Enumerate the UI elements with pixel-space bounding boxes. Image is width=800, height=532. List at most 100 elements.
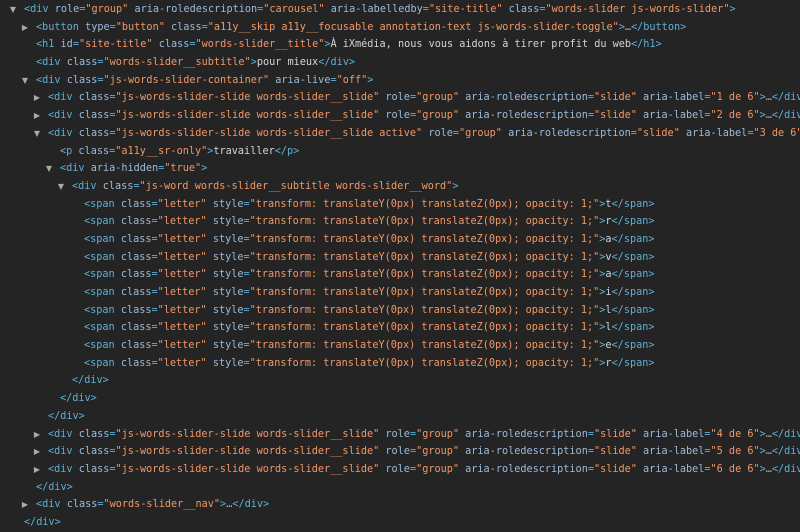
attribute-value: "js-word words-slider__subtitle words-sl… — [139, 180, 453, 192]
dom-node-row[interactable]: </div> — [0, 479, 800, 497]
dom-node-row[interactable]: <div class="words-slider__subtitle">pour… — [0, 54, 800, 72]
attribute-name: style — [212, 340, 244, 352]
tag-token: <span — [84, 233, 115, 245]
dom-node-row[interactable]: <span class="letter" style="transform: t… — [0, 249, 800, 267]
dom-node-row[interactable]: ▼ <div class="js-words-slider-container" … — [0, 72, 800, 90]
dom-node-row[interactable]: <span class="letter" style="transform: t… — [0, 302, 800, 320]
dom-node-row[interactable]: ▶ <div class="js-words-slider-slide words… — [0, 461, 800, 479]
attribute-name: aria-labelledby — [330, 4, 423, 15]
attribute-name: style — [212, 304, 244, 316]
dom-node-row[interactable]: ▶ <div class="js-words-slider-slide words… — [0, 426, 800, 444]
dom-node-row[interactable]: ▼ <div role="group" aria-roledescription=… — [0, 1, 800, 19]
attribute-value: "letter" — [157, 287, 207, 298]
node-markup: <h1 id="site-title" class="words-slider_… — [36, 36, 662, 54]
tag-token: </div> — [36, 481, 73, 493]
dom-node-row[interactable]: ▶ <div class="js-words-slider-slide words… — [0, 89, 800, 107]
collapsed-triangle-icon[interactable]: ▶ — [32, 461, 42, 479]
attribute-name: class — [120, 287, 152, 298]
attribute-name: role — [385, 110, 410, 122]
dom-node-row[interactable]: </div> — [0, 390, 800, 408]
attribute-value: "letter" — [157, 216, 207, 228]
dom-node-row[interactable]: <span class="letter" style="transform: t… — [0, 355, 800, 373]
attribute-value: "5 de 6" — [710, 446, 760, 458]
attribute-name: style — [212, 251, 244, 263]
node-markup: <span class="letter" style="transform: t… — [84, 196, 654, 214]
attribute-value: "site-title" — [428, 4, 503, 15]
dom-node-row[interactable]: ▼ <div class="js-words-slider-slide words… — [0, 125, 800, 143]
dom-node-row[interactable]: </div> — [0, 372, 800, 390]
attribute-name: aria-roledescription — [508, 127, 631, 139]
dom-node-row[interactable]: ▶ <button type="button" class="a11y__skip… — [0, 19, 800, 37]
expanded-triangle-icon[interactable]: ▼ — [20, 72, 30, 90]
elements-dom-tree: ▼ <div role="group" aria-roledescription=… — [0, 0, 800, 532]
dom-node-row[interactable]: <span class="letter" style="transform: t… — [0, 213, 800, 231]
attribute-value: "transform: translateY(0px) translateZ(0… — [249, 304, 600, 316]
collapsed-triangle-icon[interactable]: ▶ — [20, 19, 30, 37]
dom-node-row[interactable]: ▼ <div class="js-word words-slider__subti… — [0, 178, 800, 196]
dom-node-row[interactable]: <span class="letter" style="transform: t… — [0, 319, 800, 337]
dom-node-row[interactable]: <p class="a11y__sr-only">travailler</p> — [0, 143, 800, 161]
collapsed-triangle-icon[interactable]: ▶ — [32, 89, 42, 107]
dom-node-row[interactable]: <span class="letter" style="transform: t… — [0, 284, 800, 302]
tag-token: > — [729, 4, 736, 15]
attribute-name: style — [212, 357, 244, 369]
attribute-value: "slide" — [593, 92, 637, 104]
attribute-value: "js-words-slider-slide words-slider__sli… — [115, 127, 423, 139]
attribute-name: role — [385, 92, 410, 104]
attribute-value: "words-slider__nav" — [103, 499, 221, 511]
attribute-value: "group" — [416, 110, 460, 122]
expanded-triangle-icon[interactable]: ▼ — [56, 178, 66, 196]
expanded-triangle-icon[interactable]: ▼ — [8, 1, 18, 19]
attribute-value: "words-slider js-words-slider" — [545, 4, 730, 15]
attribute-value: "transform: translateY(0px) translateZ(0… — [249, 357, 600, 369]
attribute-value: "transform: translateY(0px) translateZ(0… — [249, 322, 600, 334]
attribute-value: "letter" — [157, 322, 207, 334]
node-markup: <div class="js-words-slider-slide words-… — [48, 426, 800, 444]
dom-node-row[interactable]: <span class="letter" style="transform: t… — [0, 231, 800, 249]
tag-token: </div> — [318, 57, 355, 69]
node-markup: <div class="words-slider__subtitle">pour… — [36, 54, 355, 72]
dom-node-row[interactable]: </div> — [0, 408, 800, 426]
collapsed-triangle-icon[interactable]: ▶ — [20, 496, 30, 514]
attribute-value: "letter" — [157, 233, 207, 245]
dom-node-row[interactable]: <span class="letter" style="transform: t… — [0, 266, 800, 284]
attribute-value: "transform: translateY(0px) translateZ(0… — [249, 216, 600, 228]
attribute-value: "transform: translateY(0px) translateZ(0… — [249, 287, 600, 298]
text-node: pour mieux — [256, 57, 319, 69]
attribute-name: role — [428, 127, 453, 139]
attribute-value: "a11y__skip a11y__focusable annotation-t… — [207, 21, 619, 33]
collapsed-triangle-icon[interactable]: ▶ — [32, 443, 42, 461]
attribute-name: class — [170, 21, 202, 33]
tag-token: <button — [36, 21, 79, 33]
tag-token: </div> — [60, 393, 97, 405]
dom-node-row[interactable]: ▶ <div class="words-slider__nav">…</div> — [0, 496, 800, 514]
expanded-triangle-icon[interactable]: ▼ — [32, 125, 42, 143]
dom-node-row[interactable]: ▼ <div aria-hidden="true"> — [0, 160, 800, 178]
tag-token: </span> — [611, 304, 655, 316]
dom-node-row[interactable]: </div> — [0, 514, 800, 532]
collapsed-triangle-icon[interactable]: ▶ — [32, 426, 42, 444]
tag-token: </div> — [771, 92, 800, 104]
dom-node-row[interactable]: ▶ <div class="js-words-slider-slide words… — [0, 107, 800, 125]
attribute-value: "off" — [336, 74, 368, 86]
attribute-value: "carousel" — [263, 4, 325, 15]
tag-token: <span — [84, 304, 115, 316]
collapsed-triangle-icon[interactable]: ▶ — [32, 107, 42, 125]
attribute-value: "group" — [416, 428, 460, 440]
dom-node-row[interactable]: <h1 id="site-title" class="words-slider_… — [0, 36, 800, 54]
tag-token: <span — [84, 269, 115, 281]
attribute-name: aria-hidden — [90, 163, 159, 175]
expanded-triangle-icon[interactable]: ▼ — [44, 160, 54, 178]
tag-token: </span> — [611, 198, 655, 210]
attribute-value: "1 de 6" — [710, 92, 760, 104]
dom-node-row[interactable]: <span class="letter" style="transform: t… — [0, 196, 800, 214]
tag-token: <span — [84, 251, 115, 263]
attribute-value: "words-slider__title" — [195, 39, 325, 51]
tag-token: <div — [48, 92, 73, 104]
dom-node-row[interactable]: <span class="letter" style="transform: t… — [0, 337, 800, 355]
attribute-name: aria-roledescription — [465, 463, 588, 475]
attribute-value: "slide" — [593, 463, 637, 475]
tag-token: <div — [24, 4, 49, 15]
attribute-value: "letter" — [157, 304, 207, 316]
dom-node-row[interactable]: ▶ <div class="js-words-slider-slide words… — [0, 443, 800, 461]
